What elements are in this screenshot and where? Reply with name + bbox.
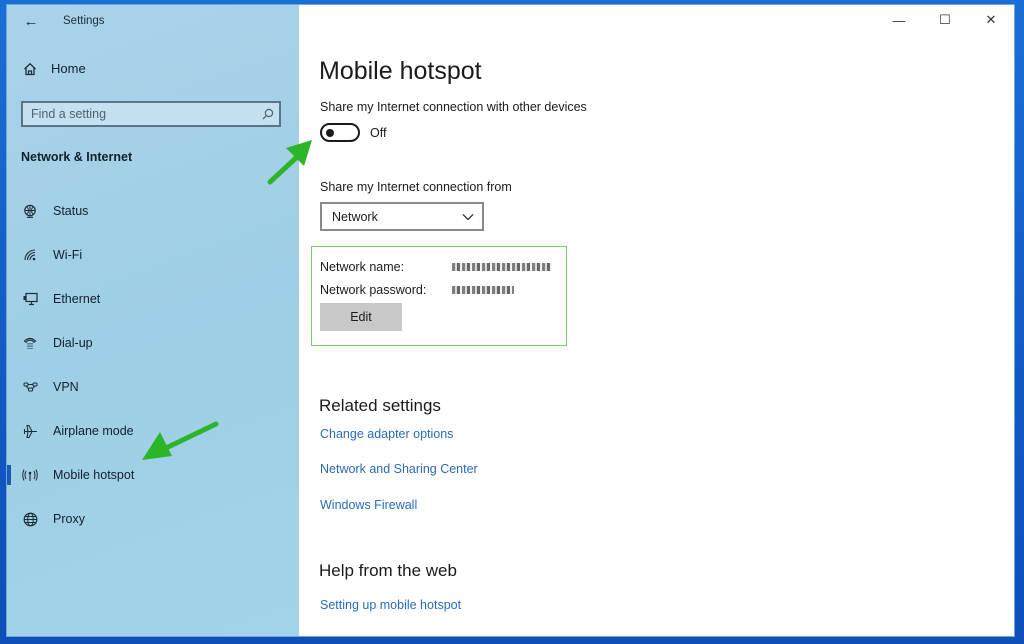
sidebar-item-wifi[interactable]: Wi-Fi (7, 233, 299, 277)
hotspot-toggle[interactable] (320, 123, 360, 142)
mobile-hotspot-icon (21, 468, 39, 482)
maximize-icon: ☐ (939, 12, 951, 27)
edit-button[interactable]: Edit (320, 303, 402, 331)
sidebar-nav: Status Wi-Fi Ethernet Dial-up VPN Airpla… (7, 189, 299, 541)
network-name-label: Network name: (320, 260, 405, 274)
home-label: Home (51, 61, 86, 76)
sidebar-item-label: Status (53, 204, 89, 218)
status-icon (21, 204, 39, 218)
sidebar-item-label: Airplane mode (53, 424, 134, 438)
network-password-label: Network password: (320, 283, 427, 297)
home-icon (21, 62, 39, 76)
wifi-icon (21, 248, 39, 262)
back-arrow-icon: ← (23, 12, 39, 30)
close-button[interactable]: ✕ (968, 5, 1014, 35)
share-connection-label: Share my Internet connection with other … (320, 100, 587, 114)
window-controls: — ☐ ✕ (876, 5, 1014, 35)
sidebar-item-label: Mobile hotspot (53, 468, 135, 482)
section-title: Network & Internet (21, 150, 133, 164)
sidebar-item-vpn[interactable]: VPN (7, 365, 299, 409)
airplane-icon (21, 424, 39, 439)
dial-up-icon (21, 336, 39, 350)
share-from-dropdown[interactable]: Network (320, 202, 484, 231)
network-sharing-center-link[interactable]: Network and Sharing Center (320, 462, 478, 476)
sidebar-item-status[interactable]: Status (7, 189, 299, 233)
related-settings-heading: Related settings (319, 396, 441, 415)
sidebar-item-label: Wi-Fi (53, 248, 83, 262)
ethernet-icon (21, 292, 39, 306)
search-input[interactable] (23, 106, 257, 122)
search-box[interactable] (21, 101, 281, 127)
sidebar-item-proxy[interactable]: Proxy (7, 497, 299, 541)
network-password-value-obscured (452, 286, 514, 294)
network-name-row: Network name: (320, 260, 552, 274)
toggle-knob (326, 128, 334, 137)
close-icon: ✕ (985, 12, 997, 27)
sidebar-item-ethernet[interactable]: Ethernet (7, 277, 299, 321)
sidebar-item-dial-up[interactable]: Dial-up (7, 321, 299, 365)
minimize-icon: — (892, 12, 906, 28)
back-button[interactable]: ← (17, 7, 45, 35)
share-from-value: Network (332, 209, 378, 224)
sidebar-item-label: Proxy (53, 512, 85, 526)
app-title: Settings (63, 15, 105, 27)
sidebar-item-mobile-hotspot[interactable]: Mobile hotspot (7, 453, 299, 497)
windows-firewall-link[interactable]: Windows Firewall (320, 498, 417, 512)
sidebar-item-label: Ethernet (53, 292, 101, 306)
title-bar: ← Settings (7, 5, 299, 37)
share-from-label: Share my Internet connection from (320, 180, 512, 194)
page-title: Mobile hotspot (319, 57, 482, 85)
minimize-button[interactable]: — (876, 5, 922, 35)
maximize-button[interactable]: ☐ (922, 5, 968, 35)
setting-up-hotspot-link[interactable]: Setting up mobile hotspot (320, 598, 461, 612)
network-info-box: Network name: Network password: Edit (311, 246, 567, 346)
sidebar-item-home[interactable]: Home (21, 61, 86, 76)
globe-icon (21, 512, 39, 527)
chevron-down-icon (462, 210, 474, 224)
network-name-value-obscured (452, 263, 552, 271)
content-pane: — ☐ ✕ Mobile hotspot Share my Internet c… (299, 5, 1014, 636)
settings-window: ← Settings Home Network & Internet Statu… (7, 5, 1014, 636)
sidebar-item-airplane-mode[interactable]: Airplane mode (7, 409, 299, 453)
sidebar-item-label: Dial-up (53, 336, 93, 350)
network-password-row: Network password: (320, 283, 514, 297)
toggle-state-label: Off (370, 126, 387, 140)
sidebar-item-label: VPN (53, 380, 79, 394)
search-icon[interactable] (257, 108, 279, 120)
help-heading: Help from the web (319, 561, 457, 580)
vpn-icon (21, 381, 39, 393)
change-adapter-options-link[interactable]: Change adapter options (320, 427, 453, 441)
sidebar: ← Settings Home Network & Internet Statu… (7, 5, 299, 636)
